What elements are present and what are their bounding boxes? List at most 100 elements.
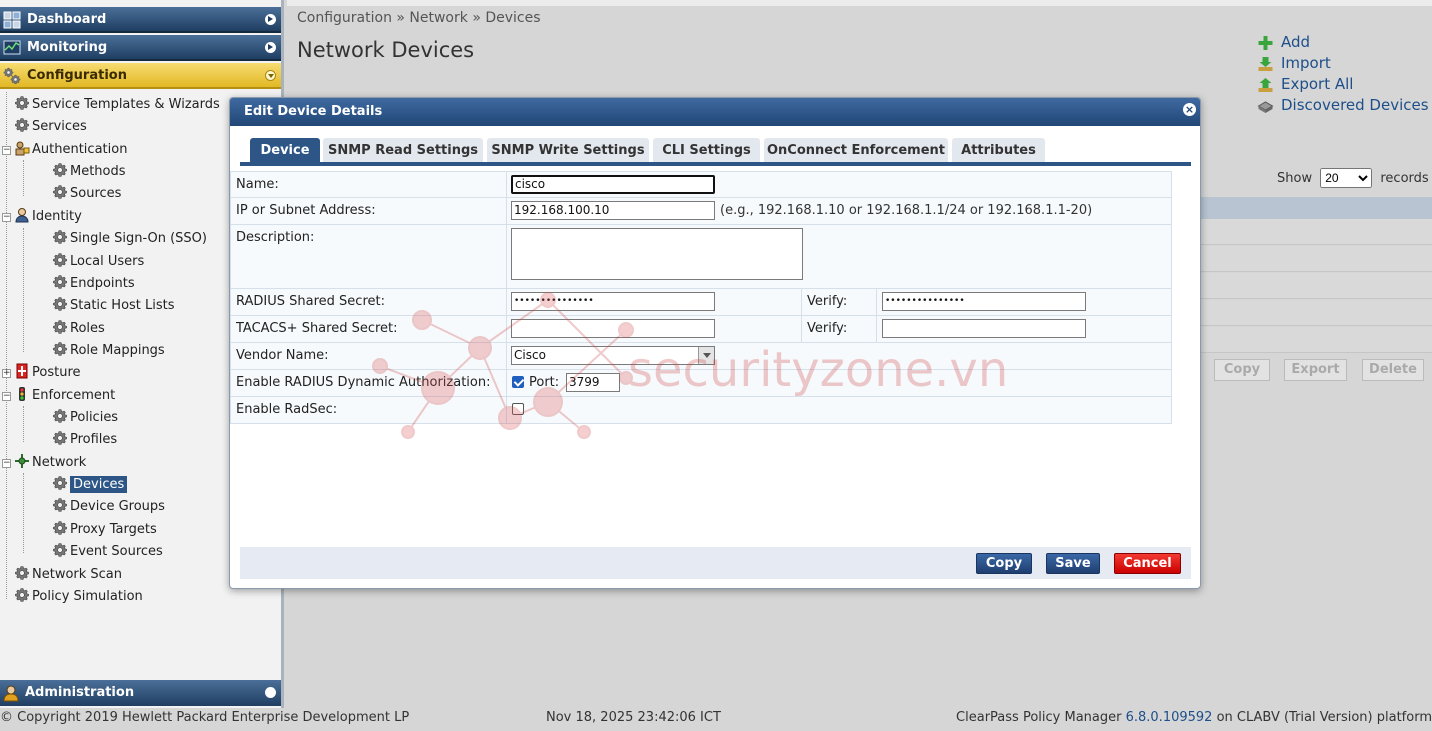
discovered-devices-icon: [1257, 101, 1274, 113]
radsec-checkbox[interactable]: [512, 403, 524, 415]
discovered-devices-link[interactable]: Discovered Devices: [1257, 95, 1429, 116]
row-vendor: Vendor Name: Cisco: [230, 343, 1172, 370]
sidebar-item-sso[interactable]: Single Sign-On (SSO): [52, 229, 207, 249]
sidebar-item-policy-simulation[interactable]: Policy Simulation: [14, 587, 143, 607]
sidebar-item-static-host-lists[interactable]: Static Host Lists: [52, 296, 175, 316]
row-description: Description:: [230, 225, 1172, 289]
nav-administration[interactable]: Administration: [0, 680, 281, 706]
port-input[interactable]: 3799: [566, 373, 620, 392]
sidebar-item-policies[interactable]: Policies: [52, 408, 118, 428]
expand-icon[interactable]: [265, 42, 276, 53]
row-radius-secret: RADIUS Shared Secret: ••••••••••••••• Ve…: [230, 289, 1172, 316]
nav-configuration[interactable]: Configuration: [0, 63, 281, 89]
ip-address-input[interactable]: 192.168.100.10: [511, 201, 715, 220]
row-ip: IP or Subnet Address: 192.168.100.10 (e.…: [230, 198, 1172, 225]
nav-monitoring[interactable]: Monitoring: [0, 35, 281, 61]
tacacs-secret-input[interactable]: [511, 319, 715, 338]
sidebar-item-sources[interactable]: Sources: [52, 184, 121, 204]
expand-toggle[interactable]: +: [2, 369, 11, 378]
description-textarea[interactable]: [511, 228, 803, 280]
sidebar-item-devices[interactable]: Devices: [52, 475, 128, 495]
tree-line: [6, 92, 7, 599]
import-link[interactable]: Import: [1257, 53, 1429, 74]
dialog-footer: Copy Save Cancel: [240, 547, 1191, 579]
gear-icon: [52, 475, 68, 491]
tab-snmp-read[interactable]: SNMP Read Settings: [323, 138, 483, 164]
gear-icon: [52, 319, 68, 335]
sidebar-item-label: Sources: [70, 186, 122, 201]
product-name: ClearPass Policy Manager: [956, 710, 1122, 725]
sidebar-item-network[interactable]: Network: [14, 453, 86, 473]
description-label: Description:: [236, 230, 315, 245]
collapse-toggle[interactable]: −: [2, 392, 11, 401]
copy-button[interactable]: Copy: [976, 553, 1032, 574]
sidebar-item-posture[interactable]: Posture: [14, 363, 81, 383]
timestamp: Nov 18, 2025 23:42:06 ICT: [546, 710, 721, 725]
sidebar-item-identity[interactable]: Identity: [14, 207, 82, 227]
sidebar-item-network-scan[interactable]: Network Scan: [14, 565, 122, 585]
sidebar-item-endpoints[interactable]: Endpoints: [52, 274, 135, 294]
sidebar-item-label: Policies: [70, 410, 119, 425]
row-name: Name: cisco: [230, 171, 1172, 198]
vendor-select[interactable]: Cisco: [511, 346, 715, 365]
tab-device[interactable]: Device: [250, 138, 320, 164]
name-input[interactable]: cisco: [511, 175, 715, 194]
collapse-toggle[interactable]: −: [2, 459, 11, 468]
sidebar-item-event-sources[interactable]: Event Sources: [52, 542, 163, 562]
gear-icon: [52, 408, 68, 424]
collapse-toggle[interactable]: −: [2, 146, 11, 155]
column-divider: [876, 316, 877, 342]
radius-secret-input[interactable]: •••••••••••••••: [511, 292, 715, 311]
radius-dynamic-checkbox[interactable]: [512, 376, 524, 388]
tree-line: [23, 406, 24, 442]
sidebar-item-label: Single Sign-On (SSO): [70, 231, 207, 246]
collapse-icon[interactable]: [265, 70, 276, 81]
copyright-text: © Copyright 2019 Hewlett Packard Enterpr…: [0, 710, 410, 725]
collapse-toggle[interactable]: −: [2, 213, 11, 222]
gear-icon: [52, 542, 68, 558]
sidebar-item-proxy-targets[interactable]: Proxy Targets: [52, 520, 157, 540]
chevron-down-icon[interactable]: [698, 347, 714, 364]
tab-snmp-write[interactable]: SNMP Write Settings: [487, 138, 649, 164]
sidebar-item-service-templates[interactable]: Service Templates & Wizards: [14, 95, 220, 115]
sidebar-item-enforcement[interactable]: Enforcement: [14, 386, 115, 406]
version-link[interactable]: 6.8.0.109592: [1126, 710, 1213, 725]
sidebar-item-authentication[interactable]: Authentication: [14, 140, 127, 160]
sidebar-item-methods[interactable]: Methods: [52, 162, 126, 182]
gear-icon: [52, 430, 68, 446]
tacacs-verify-input[interactable]: [882, 319, 1086, 338]
tab-attributes[interactable]: Attributes: [952, 138, 1045, 164]
tab-onconnect[interactable]: OnConnect Enforcement: [764, 138, 948, 164]
sidebar-item-label: Network Scan: [32, 567, 123, 582]
gear-icon: [52, 229, 68, 245]
vendor-selected: Cisco: [514, 348, 546, 362]
dashboard-icon: [3, 11, 21, 29]
expand-icon[interactable]: [265, 687, 276, 698]
tree-line: [23, 160, 24, 196]
add-link[interactable]: Add: [1257, 32, 1429, 53]
sidebar-item-services[interactable]: Services: [14, 117, 87, 137]
sidebar-item-roles[interactable]: Roles: [52, 319, 105, 339]
posture-icon: [16, 363, 28, 379]
tab-cli-settings[interactable]: CLI Settings: [653, 138, 760, 164]
save-button[interactable]: Save: [1046, 553, 1100, 574]
nav-dashboard[interactable]: Dashboard: [0, 7, 281, 33]
ip-hint: (e.g., 192.168.1.10 or 192.168.1.1/24 or…: [720, 203, 1093, 218]
sidebar-item-local-users[interactable]: Local Users: [52, 252, 144, 272]
sidebar-item-device-groups[interactable]: Device Groups: [52, 497, 165, 517]
sidebar-item-profiles[interactable]: Profiles: [52, 430, 117, 450]
sidebar-item-label: Posture: [32, 365, 81, 380]
gear-icon: [52, 497, 68, 513]
gear-icon: [52, 296, 68, 312]
monitoring-icon: [3, 40, 21, 55]
expand-icon[interactable]: [265, 14, 276, 25]
close-icon[interactable]: ×: [1183, 103, 1196, 116]
network-icon: [15, 454, 29, 468]
platform-text: on CLABV (Trial Version) platform: [1216, 710, 1432, 725]
records-select[interactable]: 20: [1320, 168, 1373, 188]
radius-verify-input[interactable]: •••••••••••••••: [882, 292, 1086, 311]
export-all-link[interactable]: Export All: [1257, 74, 1429, 95]
cancel-button[interactable]: Cancel: [1114, 553, 1181, 574]
add-icon: [1258, 36, 1273, 50]
sidebar-item-role-mappings[interactable]: Role Mappings: [52, 341, 165, 361]
